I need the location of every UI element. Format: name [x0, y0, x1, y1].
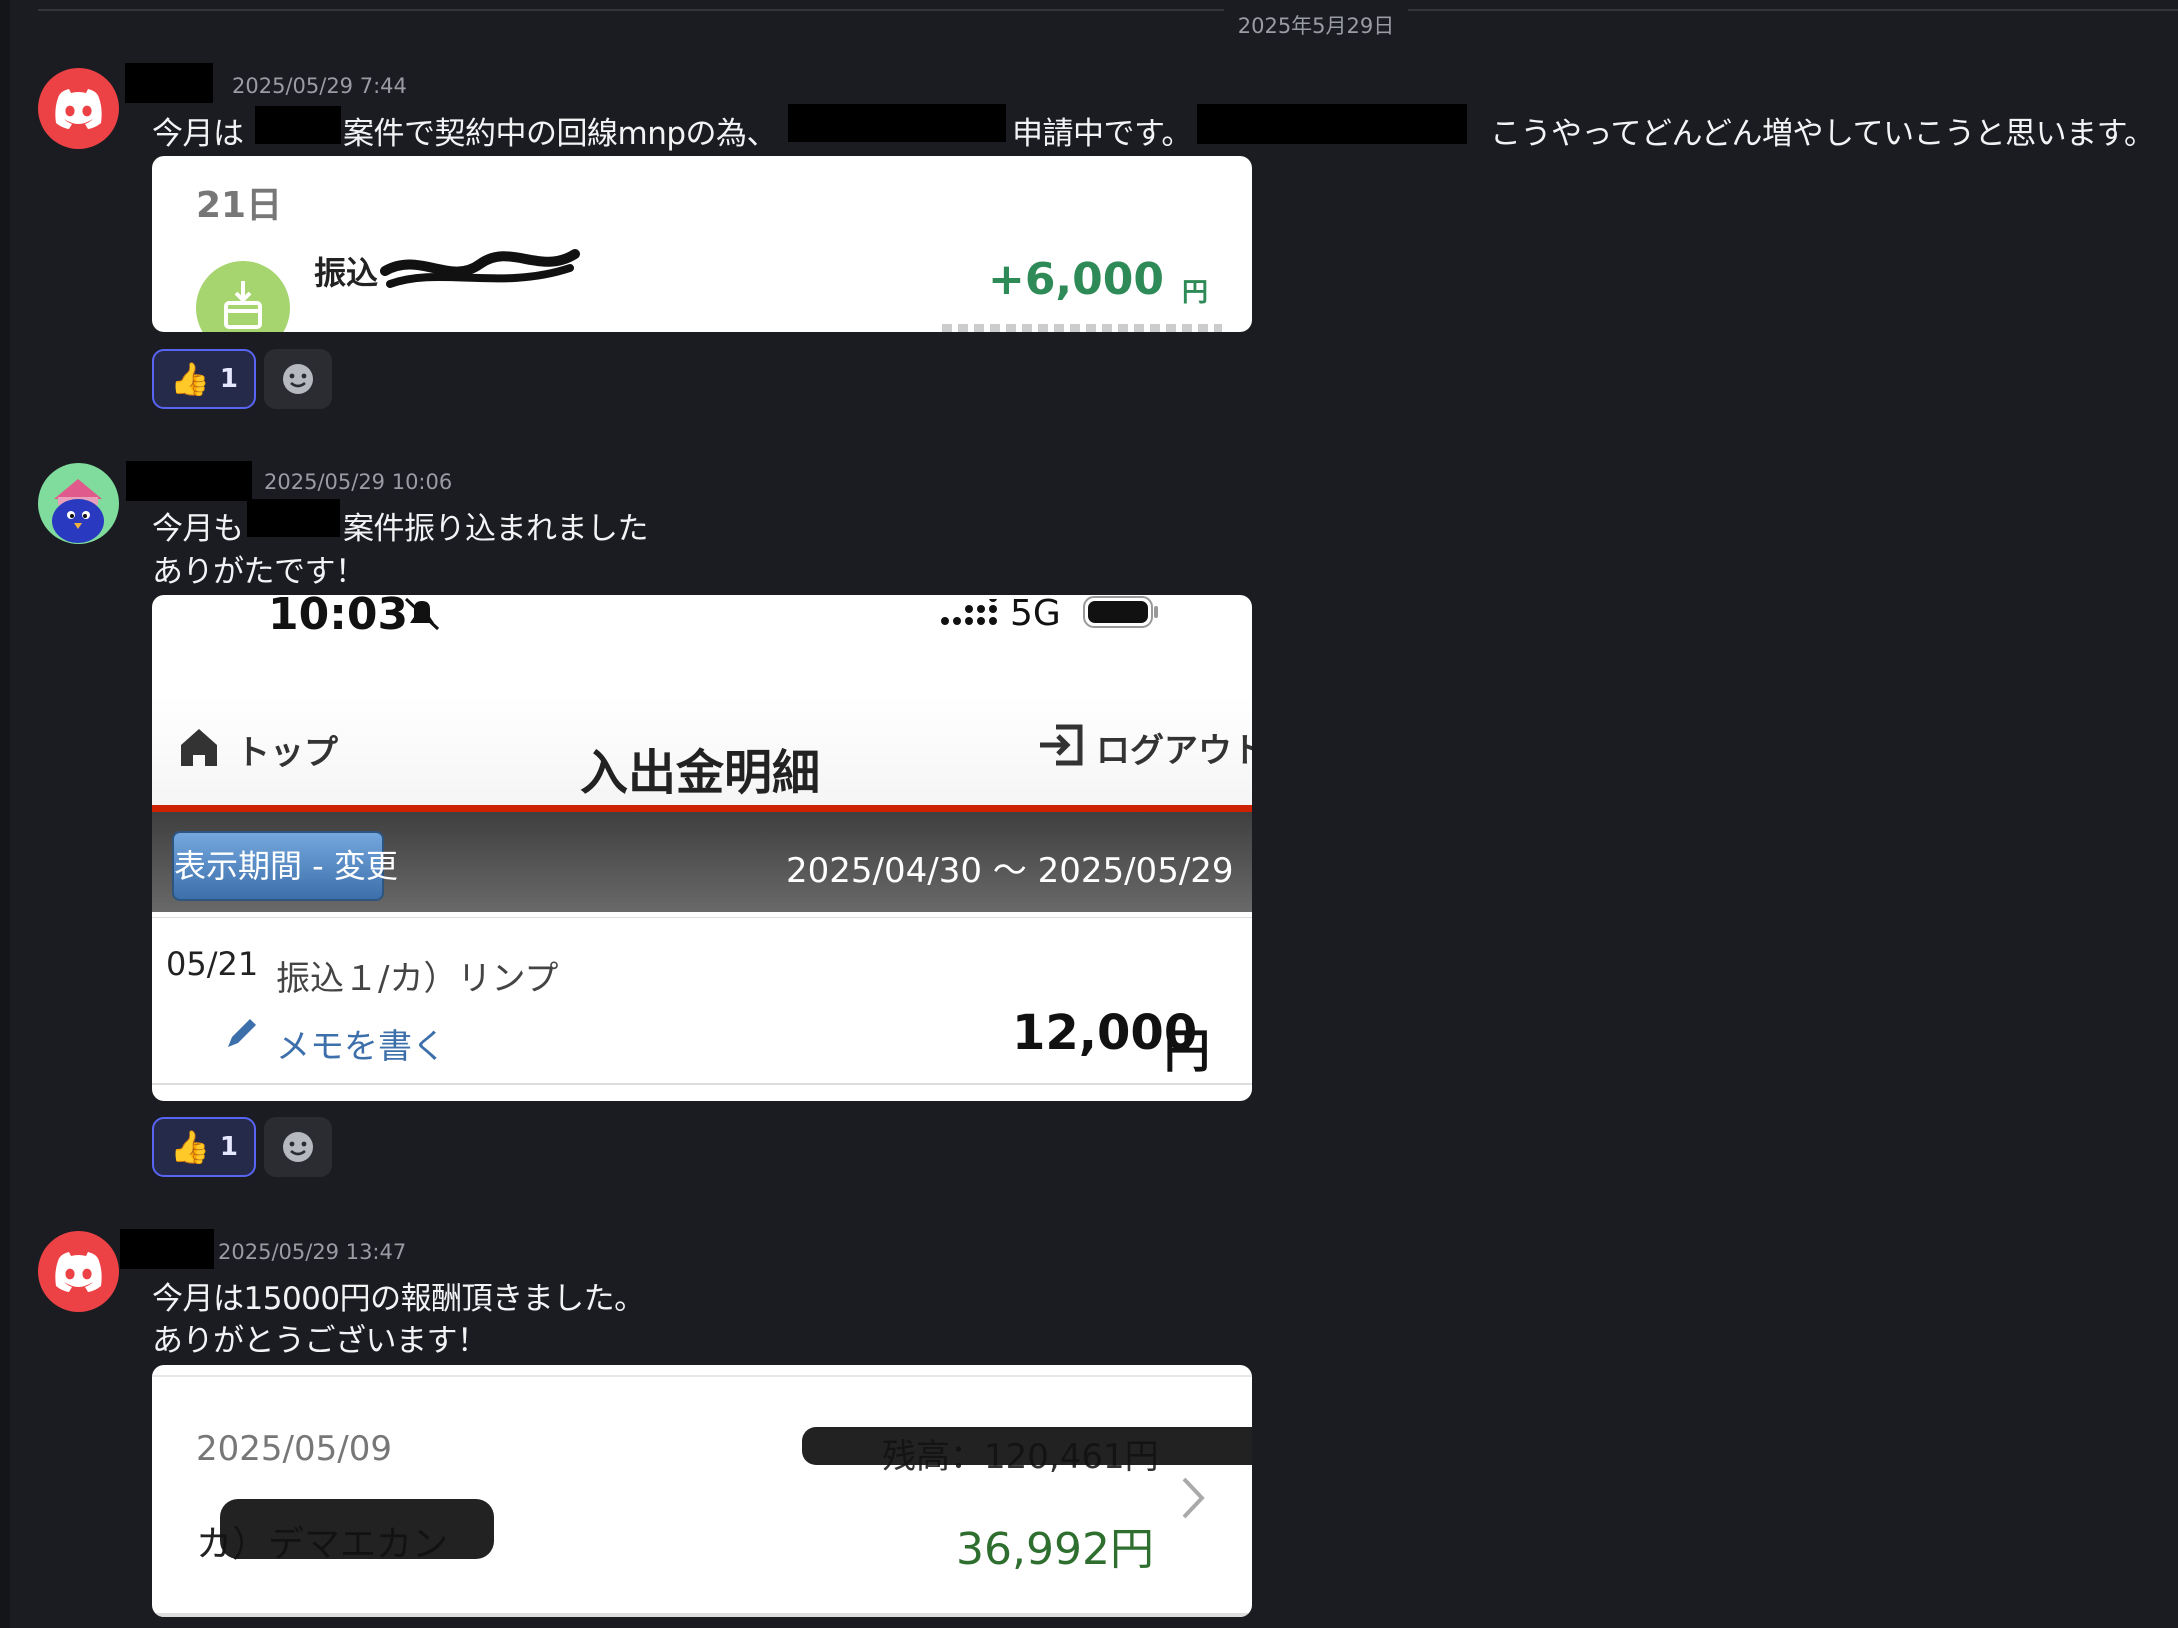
message-text-part: 案件で契約中の回線mnpの為、: [343, 116, 778, 152]
message-text-part: こうやってどんどん増やしていこうと思います。: [1490, 116, 2155, 152]
message-text-part: 案件振り込まれました: [343, 511, 649, 547]
period-range: 2025/04/30 ～ 2025/05/29: [786, 851, 1234, 891]
transaction-date: 2025/05/09: [196, 1429, 392, 1469]
pencil-icon: [228, 1019, 256, 1047]
avatar[interactable]: [38, 1231, 119, 1312]
redacted-text: [1197, 104, 1467, 144]
cropped-balance-text: [942, 324, 1222, 332]
sidebar-edge: [0, 0, 10, 1628]
message-text-part: 今月も: [152, 511, 244, 547]
redacted-text: [788, 104, 1006, 142]
add-reaction-button[interactable]: [264, 349, 332, 409]
scribble-redaction: [380, 249, 580, 288]
message-timestamp: 2025/05/29 7:44: [232, 74, 407, 98]
message-text-line: 今月は15000円の報酬頂きました。: [152, 1281, 645, 1317]
avatar[interactable]: [38, 68, 119, 149]
change-period-button[interactable]: 表示期間 - 変更: [172, 831, 398, 901]
download-icon: [196, 261, 290, 332]
chevron-right-icon[interactable]: [1176, 1473, 1210, 1523]
reaction-thumbs-up[interactable]: 👍 1: [152, 1117, 256, 1177]
transaction-label: 振込: [314, 254, 379, 292]
redacted-text: [255, 106, 341, 144]
transaction-amount: 36,992円: [956, 1524, 1154, 1575]
thumbs-up-icon: 👍: [170, 1128, 210, 1166]
reaction-count: 1: [219, 364, 238, 394]
row-divider: [152, 917, 1252, 918]
scribble-redaction: [802, 1427, 1252, 1465]
message-text-line: ありがたです！: [152, 554, 366, 590]
image-attachment[interactable]: 10:03 5G トップ 入出金明細 ログアウト 表示期間 - 変更 2025/…: [152, 595, 1252, 1101]
currency-unit: 円: [1181, 278, 1208, 308]
divider-line-right: [1408, 9, 2178, 11]
message-text-line: ありがとうございます！: [152, 1323, 488, 1359]
add-reaction-icon: [283, 1132, 313, 1162]
add-reaction-icon: [283, 364, 313, 394]
transaction-description: 振込１/カ）リンプ: [276, 959, 559, 999]
home-icon[interactable]: [178, 725, 220, 769]
message-text-part: 今月は: [152, 116, 244, 152]
redacted-text: [247, 499, 340, 537]
discord-logo-icon: [55, 1252, 102, 1292]
status-time: 10:03: [268, 595, 409, 640]
image-attachment[interactable]: 21日 振込 +6,000 円: [152, 156, 1252, 332]
bird-character-icon: [52, 479, 104, 543]
battery-icon: [1083, 596, 1158, 628]
scribble-redaction: [220, 1499, 494, 1559]
date-divider: 2025年5月29日: [1237, 14, 1395, 38]
network-label: 5G: [1010, 595, 1061, 634]
transaction-day: 21日: [196, 185, 283, 226]
redacted-username: [126, 461, 252, 501]
discord-logo-icon: [55, 89, 102, 129]
signal-icon: [941, 599, 997, 625]
message-timestamp: 2025/05/29 13:47: [218, 1240, 407, 1264]
add-reaction-button[interactable]: [264, 1117, 332, 1177]
image-attachment[interactable]: 2025/05/09 残高：120,461円 カ）デマエカン 36,992円: [152, 1365, 1252, 1617]
message-timestamp: 2025/05/29 10:06: [264, 470, 453, 494]
transaction-amount: +6,000: [987, 254, 1164, 305]
row-divider: [152, 1375, 1252, 1377]
row-divider: [152, 1613, 1252, 1617]
reaction-thumbs-up[interactable]: 👍 1: [152, 349, 256, 409]
logout-link[interactable]: ログアウト: [1096, 723, 1252, 772]
write-memo-link[interactable]: メモを書く: [276, 1019, 446, 1068]
redacted-username: [120, 1229, 214, 1269]
redacted-username: [125, 63, 213, 103]
header-red-bar: [152, 805, 1252, 812]
logout-icon[interactable]: [1036, 723, 1088, 767]
transaction-date: 05/21: [166, 945, 259, 983]
reaction-count: 1: [219, 1132, 238, 1162]
avatar[interactable]: [38, 463, 119, 544]
currency-unit: 円: [1164, 1024, 1210, 1078]
row-divider: [152, 1083, 1252, 1085]
message-text-part: 申請中です。: [1012, 116, 1192, 152]
home-link[interactable]: トップ: [236, 725, 338, 774]
page-title: 入出金明細: [580, 745, 821, 801]
thumbs-up-icon: 👍: [170, 360, 210, 398]
divider-line-left: [38, 9, 1224, 11]
bell-slash-icon: [404, 597, 440, 631]
